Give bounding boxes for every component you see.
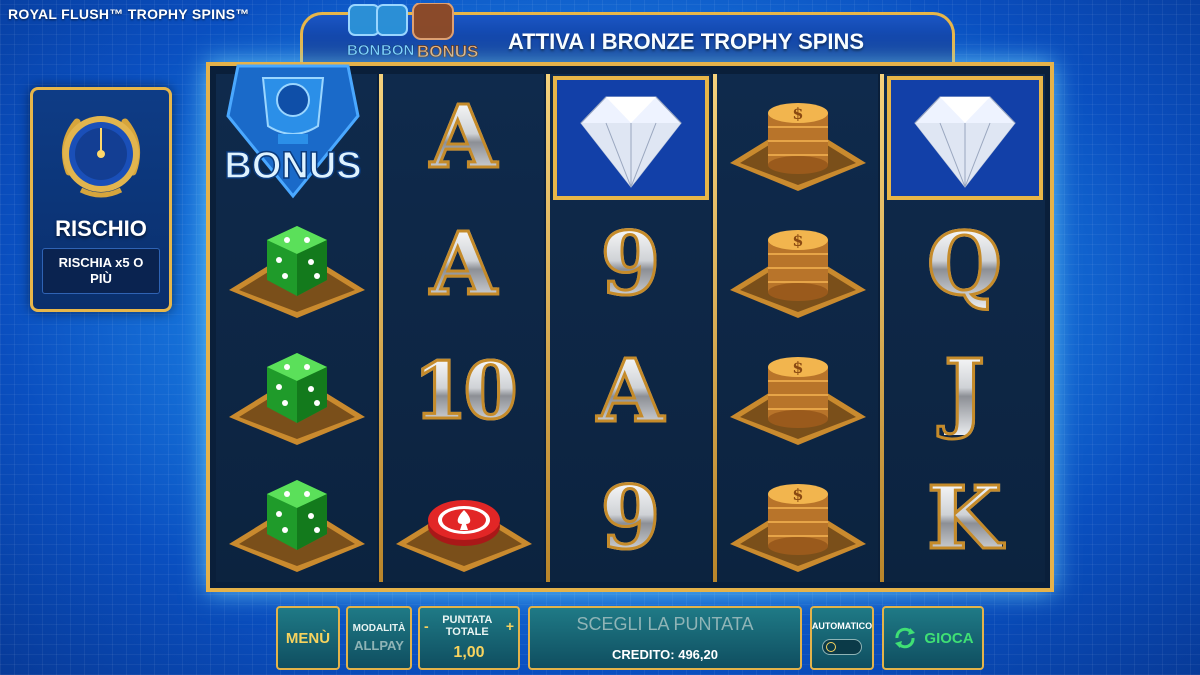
gold-coins-symbol: $ [717,201,878,328]
poker-chip-symbol [383,455,544,582]
credit-label: CREDITO: 496,20 [612,647,718,662]
bet-title: PUNTATA TOTALE [442,614,493,638]
letter-symbol: 9 [550,201,711,328]
symbol-glyph: K [926,467,1004,569]
reels-frame: BONUS A A 10 9 A 9 $ $ $ $ Q J K [206,62,1054,592]
logo-word-3: BONUS [417,42,478,61]
svg-text:$: $ [792,358,803,377]
letter-symbol: A [550,328,711,455]
gold-coins-symbol: $ [717,328,878,455]
risk-dial-icon [61,116,141,198]
risk-label: RISCHIO [55,216,147,241]
diamond-symbol [884,74,1045,201]
symbol-glyph: A [429,213,499,315]
choose-bet-label: SCEGLI LA PUNTATA [576,614,754,634]
letter-symbol: 10 [383,328,544,455]
bonus-trophy-symbol: BONUS [216,64,377,201]
bet-plus-button[interactable]: + [506,618,514,634]
symbol-glyph: A [596,340,666,442]
mode-value: ALLPAY [354,638,404,653]
letter-symbol: K [884,455,1045,582]
risk-panel[interactable]: RISCHIO RISCHIA x5 O PIÙ [30,87,172,312]
game-title: ROYAL FLUSH™ TROPHY SPINS™ [8,6,250,22]
letter-symbol: A [383,201,544,328]
symbol-glyph: 10 [412,345,520,437]
choose-bet-button[interactable]: SCEGLI LA PUNTATA CREDITO: 496,20 [528,606,802,670]
green-dice-symbol [216,328,377,455]
logo-word-2: BON [381,42,414,59]
mode-button[interactable]: MODALITÀ ALLPAY [346,606,412,670]
letter-symbol: 9 [550,455,711,582]
symbol-glyph: A [429,86,499,188]
banner-text: ATTIVA I BRONZE TROPHY SPINS [508,29,865,54]
mode-label: MODALITÀ [352,623,406,634]
refresh-icon [895,627,916,649]
letter-symbol: J [884,328,1045,455]
symbol-glyph: Q [926,213,1004,315]
green-dice-symbol [216,455,377,582]
svg-text:$: $ [792,231,803,250]
autoplay-button[interactable]: AUTOMATICO [810,606,874,670]
letter-symbol: Q [884,201,1045,328]
toggle-knob [826,642,836,652]
autoplay-label: AUTOMATICO [811,621,873,631]
green-dice-symbol [216,201,377,328]
autoplay-toggle[interactable] [822,639,862,655]
svg-text:$: $ [792,104,803,123]
diamond-symbol [550,74,711,201]
header-banner: BON BON BONUS ATTIVA I BRONZE TROPHY SPI… [300,3,955,62]
gold-coins-symbol: $ [717,455,878,582]
total-bet-control: - PUNTATA TOTALE + 1,00 [418,606,520,670]
risk-sub-label: RISCHIA x5 O PIÙ [42,248,160,294]
letter-symbol: A [383,74,544,201]
bet-value: 1,00 [453,644,485,661]
bonus-label: BONUS [224,145,361,187]
gold-coins-symbol: $ [717,74,878,201]
symbol-glyph: 9 [599,467,662,569]
symbol-glyph: 9 [599,213,662,315]
svg-text:$: $ [792,485,803,504]
menu-button[interactable]: MENÙ [276,606,340,670]
play-button[interactable]: GIOCA [882,606,984,670]
menu-label: MENÙ [285,629,331,647]
symbol-glyph: J [943,340,987,442]
trophy-icon: BONUS [224,64,362,199]
play-label: GIOCA [924,629,974,647]
